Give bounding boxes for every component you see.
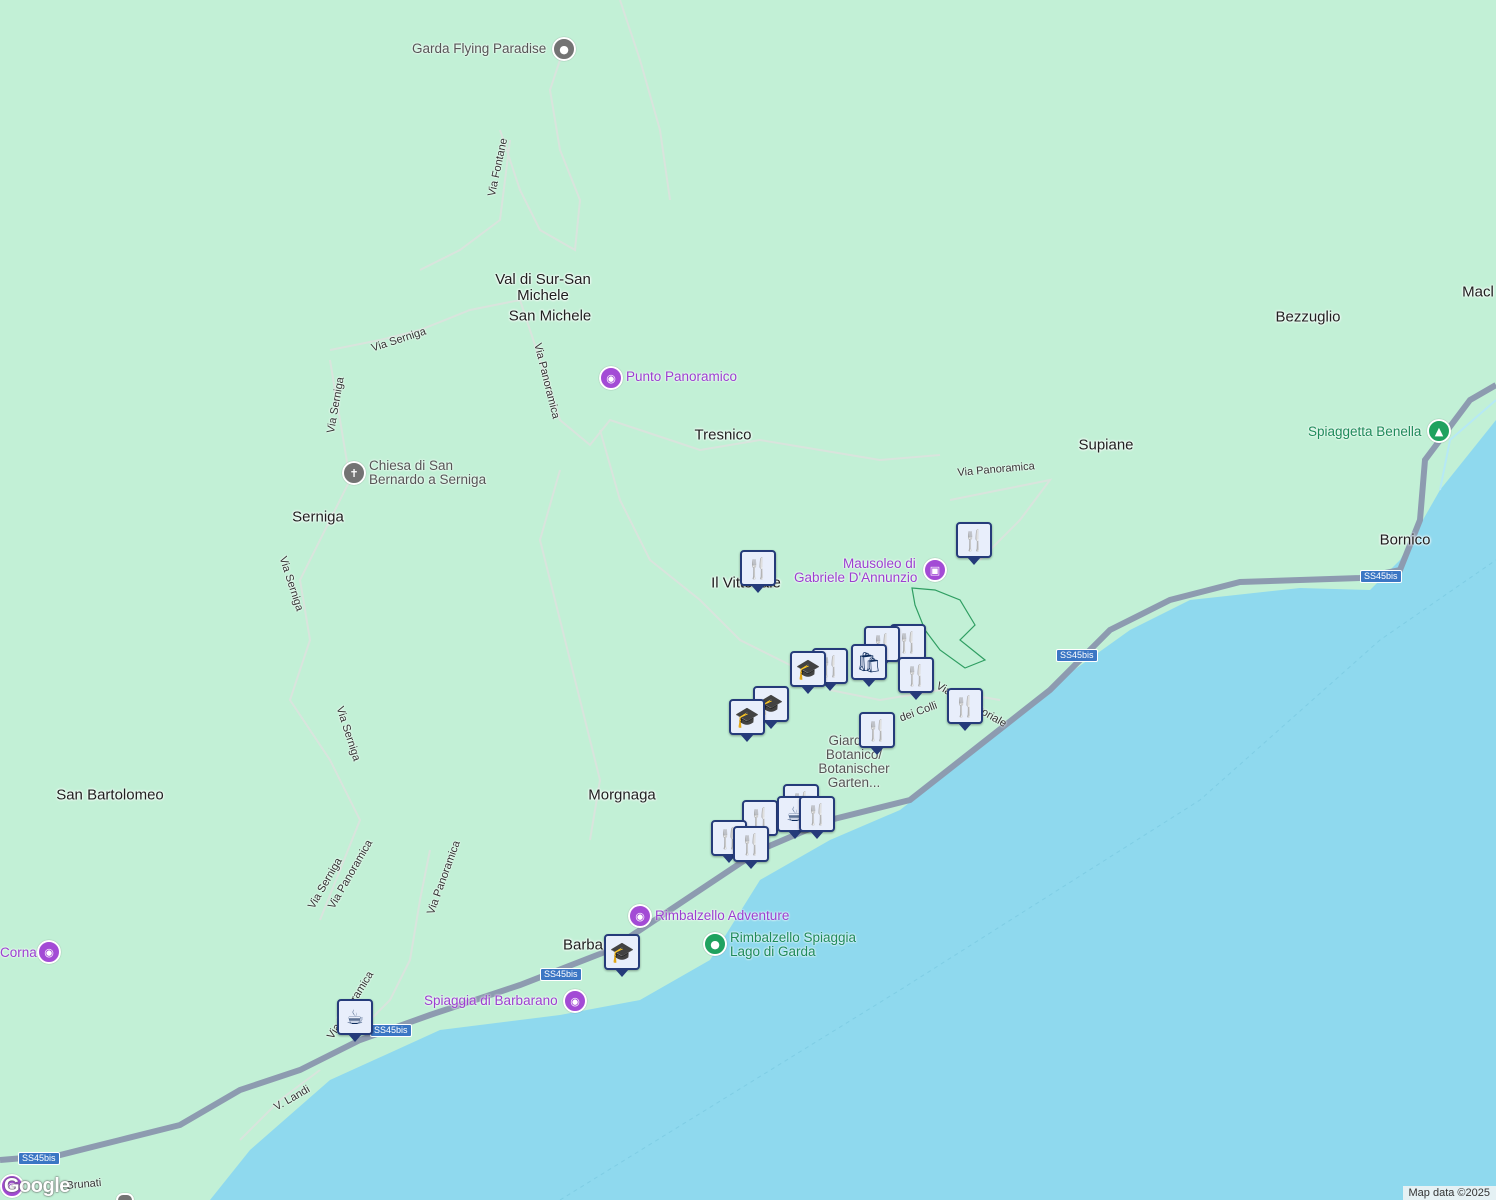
place-bezzuglio: Bezzuglio (1275, 308, 1341, 326)
restaurant-icon: 🍴 (747, 806, 773, 830)
restaurant-marker[interactable]: 🍴 (740, 550, 776, 586)
poi-rimbalzello-spiaggia-line2[interactable]: Lago di Garda (730, 944, 816, 959)
poi-spiaggia-di-barbarano[interactable]: Spiaggia di Barbarano (424, 993, 558, 1008)
restaurant-marker[interactable]: 🍴 (859, 712, 895, 748)
poi-mausoleo-line2[interactable]: Gabriele D'Annunzio (794, 570, 917, 585)
shopping-bag-icon: 🛍 (856, 650, 882, 674)
place-tresnico: Tresnico (694, 426, 752, 444)
poi-rimbalzello-adventure[interactable]: Rimbalzello Adventure (655, 908, 789, 923)
location-pin-icon[interactable]: ● (552, 37, 576, 61)
map-attribution[interactable]: Map data ©2025 (1402, 1186, 1496, 1200)
restaurant-marker[interactable]: 🍴 (956, 522, 992, 558)
school-icon: 🎓 (795, 657, 821, 681)
map-base (0, 0, 1496, 1200)
poi-rimbalzello-spiaggia-line1[interactable]: Rimbalzello Spiaggia (730, 930, 856, 945)
poi-garda-flying-paradise[interactable]: Garda Flying Paradise (412, 41, 546, 56)
poi-punto-panoramico[interactable]: Punto Panoramico (626, 369, 737, 384)
restaurant-marker[interactable]: 🍴 (898, 657, 934, 693)
restaurant-icon: 🍴 (738, 832, 764, 856)
beach-pin-icon[interactable]: ● (703, 932, 727, 956)
camera-icon[interactable]: ◉ (599, 366, 623, 390)
cafe-icon: ☕ (346, 1005, 364, 1029)
shopping-marker[interactable]: 🛍 (851, 644, 887, 680)
school-icon: 🎓 (609, 940, 635, 964)
place-val-di-sur-san-michele: Val di Sur-San Michele (495, 271, 591, 304)
place-bornico: Bornico (1379, 531, 1431, 549)
camera-icon[interactable]: ◉ (37, 940, 61, 964)
lake-garda (210, 420, 1496, 1200)
restaurant-icon: 🍴 (903, 663, 929, 687)
poi-mausoleo-line1[interactable]: Mausoleo di (843, 556, 916, 571)
poi-spiaggetta-benella[interactable]: Spiaggetta Benella (1308, 424, 1421, 439)
school-marker[interactable]: 🎓 (790, 651, 826, 687)
restaurant-icon: 🍴 (745, 556, 771, 580)
map-canvas[interactable]: Val di Sur-San Michele San Michele Tresn… (0, 0, 1496, 1200)
camera-icon[interactable]: ◉ (563, 989, 587, 1013)
place-supiane: Supiane (1078, 436, 1134, 454)
road-shield-ss45bis: SS45bis (1360, 570, 1402, 583)
school-marker[interactable]: 🎓 (729, 699, 765, 735)
place-morgnaga: Morgnaga (588, 786, 656, 804)
school-marker[interactable]: 🎓 (604, 934, 640, 970)
restaurant-icon: 🍴 (952, 694, 978, 718)
cafe-marker[interactable]: ☕ (337, 999, 373, 1035)
restaurant-marker[interactable]: 🍴 (733, 826, 769, 862)
road-shield-ss45bis: SS45bis (370, 1024, 412, 1037)
restaurant-icon: 🍴 (864, 718, 890, 742)
place-san-bartolomeo: San Bartolomeo (56, 786, 164, 804)
attraction-icon[interactable]: ◉ (628, 904, 652, 928)
church-icon[interactable]: ✝ (342, 461, 366, 485)
restaurant-marker[interactable]: 🍴 (947, 688, 983, 724)
poi-chiesa-line1[interactable]: Chiesa di San (369, 458, 453, 473)
poi-chiesa-line2[interactable]: Bernardo a Serniga (369, 472, 486, 487)
road-shield-ss45bis: SS45bis (540, 968, 582, 981)
tree-icon[interactable]: ▲ (1427, 419, 1451, 443)
place-macl: Macl (1462, 283, 1494, 301)
place-serniga: Serniga (292, 508, 344, 526)
school-icon: 🎓 (734, 705, 760, 729)
place-san-michele: San Michele (508, 307, 592, 325)
google-logo: Google (4, 1175, 70, 1197)
restaurant-icon: 🍴 (804, 802, 830, 826)
museum-icon[interactable]: ▣ (923, 558, 947, 582)
restaurant-marker[interactable]: 🍴 (799, 796, 835, 832)
road-shield-ss45bis: SS45bis (1056, 649, 1098, 662)
restaurant-icon: 🍴 (961, 528, 987, 552)
poi-corna[interactable]: Corna (0, 945, 37, 960)
road-shield-ss45bis: SS45bis (18, 1152, 60, 1165)
location-pin-icon[interactable] (116, 1193, 134, 1200)
